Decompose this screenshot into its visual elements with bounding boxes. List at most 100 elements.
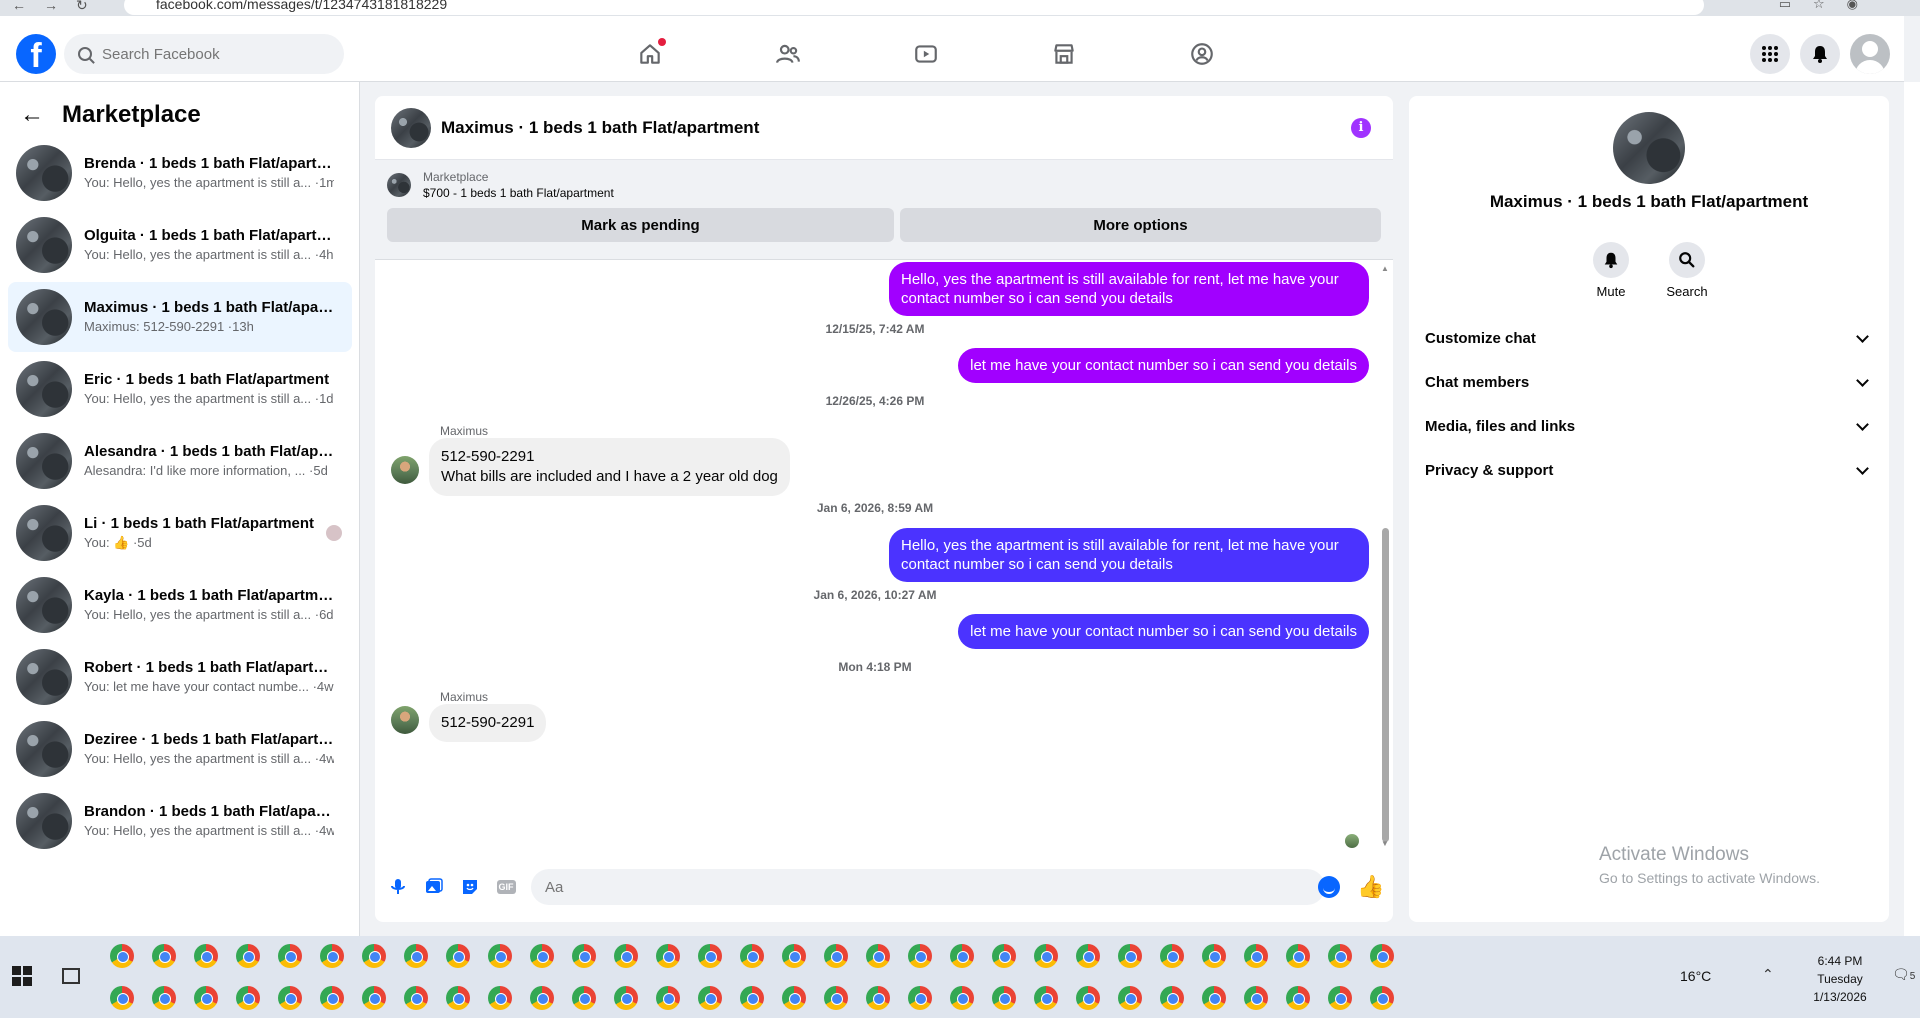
taskbar-app-icon[interactable] [404,944,428,968]
taskbar-app-icon[interactable] [698,944,722,968]
taskbar-app-icon[interactable] [1034,986,1058,1010]
taskbar-app-icon[interactable] [1160,986,1184,1010]
taskbar-app-icon[interactable] [488,986,512,1010]
chat-members-section[interactable]: Chat members [1425,360,1877,404]
taskbar-app-icon[interactable] [320,986,344,1010]
mark-as-pending-button[interactable]: Mark as pending [387,208,894,242]
clock[interactable]: 6:44 PM Tuesday 1/13/2026 [1800,952,1880,1006]
task-view-icon[interactable] [62,968,80,984]
listing-photo[interactable] [1613,112,1685,184]
taskbar-app-icon[interactable] [1202,944,1226,968]
taskbar-app-icon[interactable] [950,944,974,968]
taskbar-app-icon[interactable] [1076,944,1100,968]
conversation-item[interactable]: Brenda · 1 beds 1 bath Flat/apartm... You… [8,138,352,208]
taskbar-app-icon[interactable] [404,986,428,1010]
listing-thumbnail[interactable] [391,107,431,148]
gif-icon[interactable]: GIF [495,876,517,898]
taskbar-app-icon[interactable] [1328,986,1352,1010]
thumbs-up-icon[interactable]: 👍 [1357,874,1384,900]
taskbar-app-icon[interactable] [740,944,764,968]
conversation-item[interactable]: Alesandra · 1 beds 1 bath Flat/apar... Al… [8,426,352,496]
browser-toolbar-icons[interactable]: ▭☆◉ [1779,0,1880,12]
chat-title[interactable]: Maximus · 1 beds 1 bath Flat/apartment [441,118,759,138]
search-input[interactable] [102,45,312,63]
taskbar-app-icon[interactable] [1370,944,1394,968]
taskbar-app-icon[interactable] [1244,944,1268,968]
taskbar-app-icon[interactable] [1034,944,1058,968]
sticker-icon[interactable] [459,876,481,898]
scrollbar-thumb[interactable] [1382,528,1389,842]
taskbar-app-icon[interactable] [824,986,848,1010]
taskbar-app-icon[interactable] [656,944,680,968]
conversation-item[interactable]: Kayla · 1 beds 1 bath Flat/apartment You:… [8,570,352,640]
taskbar-app-icon[interactable] [236,944,260,968]
taskbar-app-icon[interactable] [446,986,470,1010]
conversation-item[interactable]: Olguita · 1 beds 1 bath Flat/apartm... Yo… [8,210,352,280]
taskbar-app-icon[interactable] [1076,986,1100,1010]
taskbar-app-icon[interactable] [572,986,596,1010]
taskbar-app-icon[interactable] [992,986,1016,1010]
taskbar-app-icon[interactable] [488,944,512,968]
conversation-item[interactable]: Robert · 1 beds 1 bath Flat/apartm... You… [8,642,352,712]
taskbar-app-icon[interactable] [362,986,386,1010]
mute-button[interactable]: Mute [1591,242,1631,299]
taskbar-app-icon[interactable] [572,944,596,968]
taskbar-app-icon[interactable] [950,986,974,1010]
message-input[interactable] [531,869,1325,905]
message-scrollbar[interactable]: ▲ ▼ [1381,264,1389,848]
conversation-item[interactable]: Maximus · 1 beds 1 bath Flat/apart... Max… [8,282,352,352]
taskbar-app-icon[interactable] [278,986,302,1010]
listing-summary[interactable]: Marketplace $700 - 1 beds 1 bath Flat/ap… [387,170,1381,200]
taskbar-app-icon[interactable] [866,986,890,1010]
emoji-icon[interactable] [1318,876,1340,898]
taskbar-app-icon[interactable] [530,944,554,968]
taskbar-app-icon[interactable] [1286,944,1310,968]
groups-icon[interactable] [1180,36,1224,72]
taskbar-app-icon[interactable] [1118,944,1142,968]
video-icon[interactable] [904,36,948,72]
taskbar-app-icon[interactable] [740,986,764,1010]
taskbar-app-icon[interactable] [236,986,260,1010]
search-in-conversation-button[interactable]: Search [1666,242,1708,299]
customize-chat-section[interactable]: Customize chat [1425,316,1877,360]
taskbar-app-icon[interactable] [1370,986,1394,1010]
back-arrow-icon[interactable]: ← [20,101,44,129]
sender-avatar[interactable] [391,456,419,484]
account-avatar[interactable] [1850,34,1890,74]
taskbar-app-icon[interactable] [782,944,806,968]
taskbar-app-icon[interactable] [320,944,344,968]
taskbar-app-icon[interactable] [194,944,218,968]
taskbar-app-icon[interactable] [1244,986,1268,1010]
windows-start-icon[interactable] [12,966,32,986]
taskbar-app-icon[interactable] [152,986,176,1010]
taskbar-app-icon[interactable] [110,944,134,968]
bell-icon[interactable] [1800,34,1840,74]
taskbar-app-icon[interactable] [194,986,218,1010]
taskbar-app-icon[interactable] [866,944,890,968]
conversation-item[interactable]: Brandon · 1 beds 1 bath Flat/apart... You… [8,786,352,856]
taskbar-app-icon[interactable] [908,986,932,1010]
taskbar-app-icon[interactable] [1202,986,1226,1010]
taskbar-app-icon[interactable] [614,944,638,968]
notification-icon[interactable]: 🗨5 [1892,966,1915,983]
marketplace-icon[interactable] [1042,36,1086,72]
taskbar-app-icon[interactable] [152,944,176,968]
scroll-down-icon[interactable]: ▼ [1381,839,1389,848]
taskbar-app-icon[interactable] [1286,986,1310,1010]
address-bar[interactable]: facebook.com/messages/t/1234743181818229 [124,0,1704,15]
taskbar-app-icon[interactable] [530,986,554,1010]
taskbar-app-icon[interactable] [908,944,932,968]
taskbar-app-icon[interactable] [782,986,806,1010]
conversation-item[interactable]: Li · 1 beds 1 bath Flat/apartment You: 👍 … [8,498,352,568]
taskbar-app-icon[interactable] [656,986,680,1010]
taskbar-app-icon[interactable] [1160,944,1184,968]
microphone-icon[interactable] [387,876,409,898]
conversation-item[interactable]: Deziree · 1 beds 1 bath Flat/apartm... Yo… [8,714,352,784]
home-icon[interactable] [628,36,672,72]
privacy-support-section[interactable]: Privacy & support [1425,448,1877,492]
taskbar-app-icon[interactable] [992,944,1016,968]
friends-icon[interactable] [766,36,810,72]
taskbar-app-icon[interactable] [1328,944,1352,968]
browser-nav-buttons[interactable]: ←→↻ [12,0,106,14]
menu-grid-icon[interactable] [1750,34,1790,74]
